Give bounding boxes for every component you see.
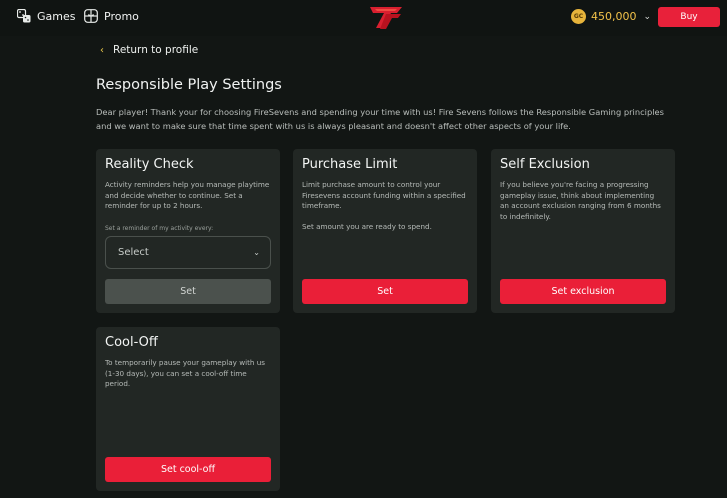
return-to-profile-link[interactable]: ‹ Return to profile (100, 44, 198, 56)
set-reality-check-button[interactable]: Set (105, 279, 271, 304)
return-to-profile-label: Return to profile (113, 44, 199, 56)
card-title: Self Exclusion (500, 157, 590, 172)
gift-icon (84, 9, 98, 23)
firesevens-logo[interactable] (367, 5, 405, 30)
card-description-text: Activity reminders help you manage playt… (105, 180, 270, 210)
reminder-select[interactable]: Select ⌄ (105, 236, 271, 269)
card-description: Limit purchase amount to control your Fi… (302, 180, 467, 232)
card-description-text-2: Set amount you are ready to spend. (302, 221, 432, 231)
buy-button[interactable]: Buy (658, 7, 720, 27)
reality-check-card: Reality Check Activity reminders help yo… (96, 149, 280, 313)
self-exclusion-card: Self Exclusion If you believe you're fac… (491, 149, 675, 313)
top-header: Games Promo GC 450,000 ⌄ Buy (0, 0, 727, 36)
card-title: Reality Check (105, 157, 194, 172)
card-description-text: Limit purchase amount to control your Fi… (302, 180, 466, 210)
set-exclusion-button[interactable]: Set exclusion (500, 279, 666, 304)
chevron-left-icon: ‹ (100, 44, 104, 56)
reminder-select-value: Select (118, 247, 149, 258)
balance-amount: 450,000 (591, 10, 637, 23)
set-purchase-limit-button[interactable]: Set (302, 279, 468, 304)
reminder-select-label: Set a reminder of my activity every: (105, 225, 214, 232)
card-description: If you believe you're facing a progressi… (500, 180, 665, 222)
nav-promo-label: Promo (104, 9, 139, 23)
chevron-down-icon: ⌄ (253, 248, 260, 257)
set-cool-off-button[interactable]: Set cool-off (105, 457, 271, 482)
balance-dropdown[interactable]: GC 450,000 ⌄ (571, 9, 651, 24)
card-title: Purchase Limit (302, 157, 398, 172)
card-description: Activity reminders help you manage playt… (105, 180, 270, 212)
card-title: Cool-Off (105, 335, 158, 350)
page-title: Responsible Play Settings (96, 77, 282, 93)
cool-off-card: Cool-Off To temporarily pause your gamep… (96, 327, 280, 491)
dice-icon (17, 9, 31, 23)
intro-text: Dear player! Thank your for choosing Fir… (96, 107, 664, 131)
card-description: To temporarily pause your gameplay with … (105, 358, 270, 390)
coin-icon: GC (571, 9, 586, 24)
nav-games[interactable]: Games (17, 9, 75, 23)
nav-games-label: Games (37, 9, 76, 23)
nav-promo[interactable]: Promo (84, 9, 139, 23)
card-description-text: If you believe you're facing a progressi… (500, 180, 661, 221)
chevron-down-icon: ⌄ (643, 11, 652, 22)
card-description-text: To temporarily pause your gameplay with … (105, 358, 266, 388)
purchase-limit-card: Purchase Limit Limit purchase amount to … (293, 149, 477, 313)
